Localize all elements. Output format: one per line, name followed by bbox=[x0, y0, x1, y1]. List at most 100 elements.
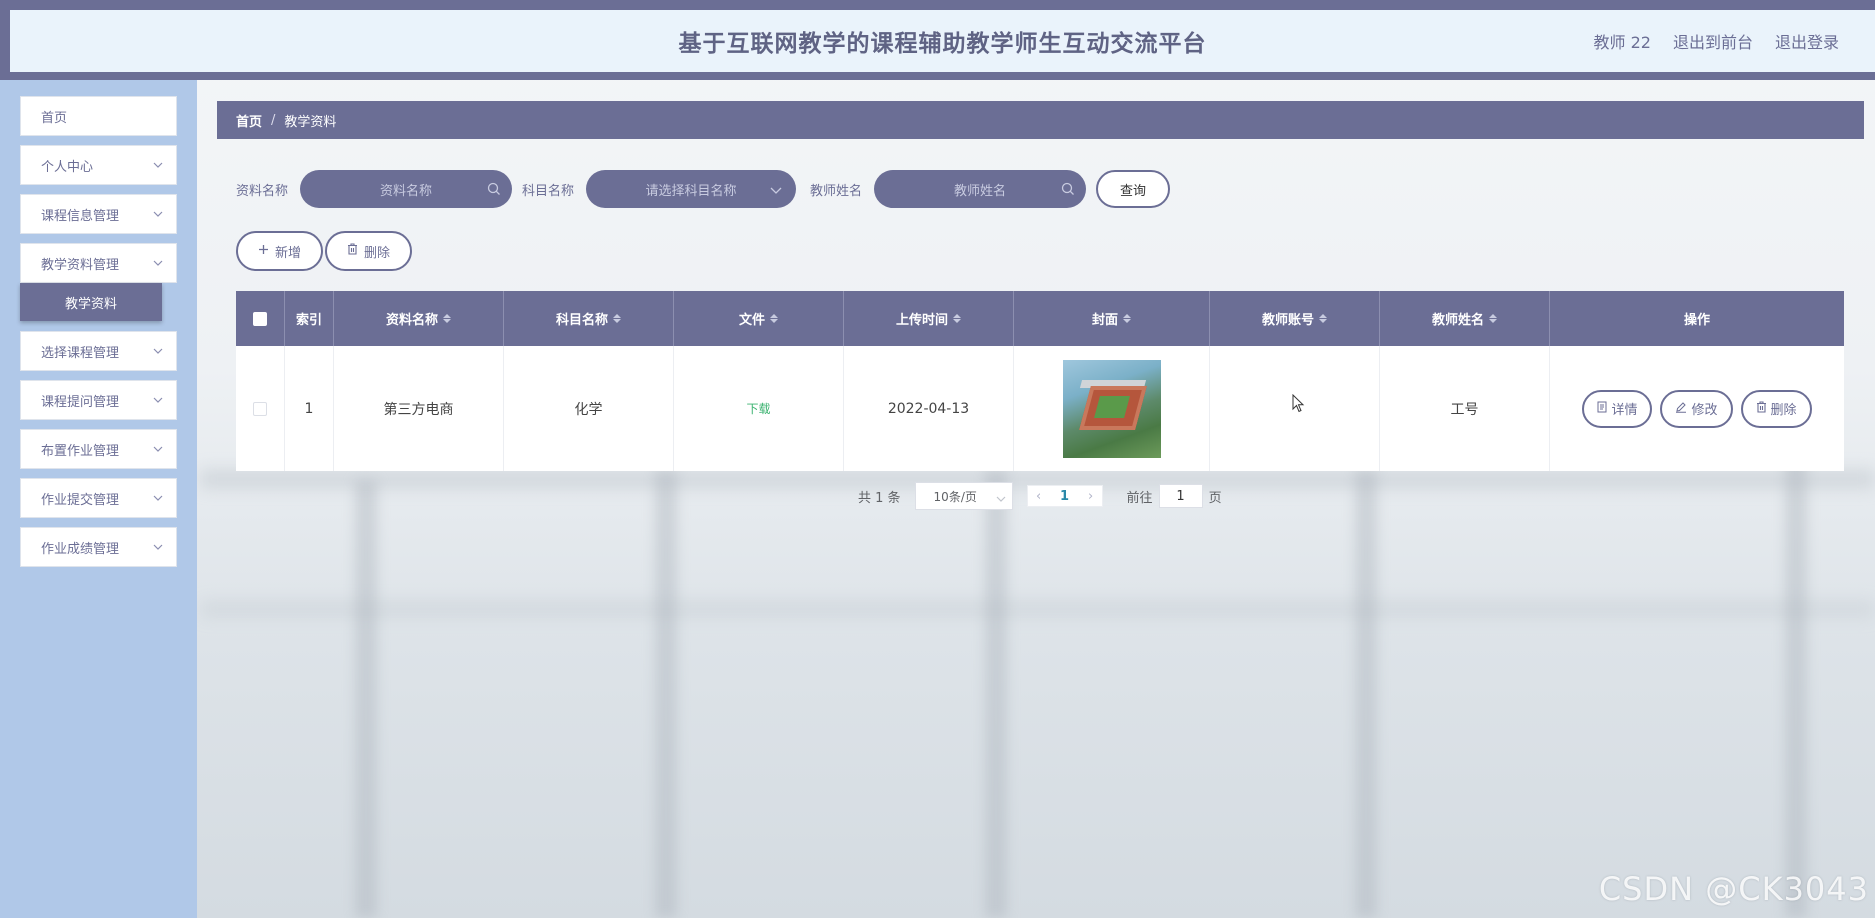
edit-button[interactable]: 修改 bbox=[1660, 389, 1733, 428]
column-header[interactable]: 文件 bbox=[674, 291, 844, 346]
sort-icon[interactable] bbox=[1319, 314, 1327, 323]
sidebar-item-label: 首页 bbox=[41, 110, 68, 126]
breadcrumb-home[interactable]: 首页 bbox=[236, 111, 262, 130]
column-header[interactable]: 上传时间 bbox=[844, 291, 1014, 346]
page-navigator: ‹ 1 › bbox=[1026, 485, 1103, 507]
column-header[interactable]: 封面 bbox=[1014, 291, 1210, 346]
sidebar-item-home[interactable]: 首页 bbox=[20, 96, 177, 136]
material-name-label: 资料名称 bbox=[236, 183, 289, 199]
sidebar-item-homework-submission[interactable]: 作业提交管理 bbox=[20, 478, 177, 518]
sidebar-item-assign-homework[interactable]: 布置作业管理 bbox=[20, 429, 177, 469]
document-icon bbox=[1597, 401, 1607, 417]
breadcrumb-separator: / bbox=[271, 112, 276, 128]
search-bar: 资料名称 资料名称 科目名称 请选择科目名称 教师姓名 教师姓名 查询 bbox=[236, 170, 1171, 208]
material-name-input[interactable]: 资料名称 bbox=[300, 170, 513, 208]
sort-icon[interactable] bbox=[953, 314, 961, 323]
cell-cover bbox=[1014, 346, 1210, 471]
materials-table: 索引 资料名称 科目名称 文件 上传时间 封面 教师账号 教师姓名 操作 1 第… bbox=[236, 291, 1844, 471]
batch-delete-button[interactable]: 删除 bbox=[325, 231, 413, 271]
cell-index: 1 bbox=[285, 346, 334, 471]
page-size-select[interactable]: 10条/页 bbox=[914, 482, 1013, 510]
select-all-checkbox[interactable] bbox=[253, 311, 267, 326]
mouse-cursor-icon bbox=[1292, 393, 1306, 418]
watermark: CSDN @CK3043 bbox=[1598, 870, 1869, 908]
sidebar-subitem-label: 教学资料 bbox=[64, 296, 117, 312]
teacher-name-input[interactable]: 教师姓名 bbox=[874, 170, 1087, 208]
row-select-cell bbox=[236, 346, 285, 471]
add-button[interactable]: 新增 bbox=[236, 231, 324, 271]
chevron-down-icon bbox=[770, 184, 786, 200]
batch-delete-label: 删除 bbox=[364, 245, 391, 261]
teacher-name-label: 教师姓名 bbox=[810, 183, 863, 199]
search-icon bbox=[486, 181, 502, 197]
plus-icon bbox=[258, 244, 269, 259]
sidebar-item-teaching-material[interactable]: 教学资料管理 bbox=[20, 243, 177, 283]
cover-image[interactable] bbox=[1062, 359, 1161, 458]
sidebar-item-label: 课程信息管理 bbox=[41, 208, 120, 224]
logout-link[interactable]: 退出登录 bbox=[1775, 29, 1839, 53]
search-icon bbox=[1060, 181, 1076, 197]
sort-icon[interactable] bbox=[1489, 314, 1497, 323]
teacher-name-placeholder: 教师姓名 bbox=[954, 183, 1007, 199]
chevron-down-icon bbox=[152, 257, 164, 269]
column-header-label: 文件 bbox=[738, 313, 765, 328]
sidebar: 首页 个人中心 课程信息管理 教学资料管理 教学资料 选择课程管理 课程提问管理… bbox=[0, 80, 197, 918]
breadcrumb: 首页 / 教学资料 bbox=[217, 101, 1864, 139]
chevron-down-icon bbox=[152, 394, 164, 406]
sidebar-item-label: 作业成绩管理 bbox=[41, 541, 120, 557]
table-row: 1 第三方电商 化学 下载 2022-04-13 工号 详情 修改 删除 bbox=[236, 346, 1844, 471]
sidebar-item-course-selection[interactable]: 选择课程管理 bbox=[20, 331, 177, 371]
query-button[interactable]: 查询 bbox=[1096, 170, 1171, 208]
trash-icon bbox=[1756, 400, 1767, 417]
chevron-down-icon bbox=[152, 159, 164, 171]
sidebar-item-course-info[interactable]: 课程信息管理 bbox=[20, 194, 177, 234]
sidebar-item-course-questions[interactable]: 课程提问管理 bbox=[20, 380, 177, 420]
detail-button[interactable]: 详情 bbox=[1582, 389, 1653, 428]
page-suffix: 页 bbox=[1208, 490, 1222, 506]
sort-icon[interactable] bbox=[770, 314, 778, 323]
subject-name-label: 科目名称 bbox=[522, 183, 575, 199]
current-page[interactable]: 1 bbox=[1050, 489, 1080, 504]
column-header-label: 上传时间 bbox=[895, 313, 948, 328]
exit-to-front-link[interactable]: 退出到前台 bbox=[1673, 29, 1753, 53]
add-button-label: 新增 bbox=[275, 245, 302, 261]
sort-icon[interactable] bbox=[613, 314, 621, 323]
download-link[interactable]: 下载 bbox=[746, 400, 770, 417]
sidebar-item-label: 课程提问管理 bbox=[41, 394, 120, 410]
sidebar-item-personal-center[interactable]: 个人中心 bbox=[20, 145, 177, 185]
cell-subject: 化学 bbox=[504, 346, 674, 471]
chevron-down-icon bbox=[152, 443, 164, 455]
chevron-down-icon bbox=[152, 345, 164, 357]
cell-upload-time: 2022-04-13 bbox=[844, 346, 1014, 471]
sidebar-item-label: 教学资料管理 bbox=[41, 257, 120, 273]
sidebar-item-label: 作业提交管理 bbox=[41, 492, 120, 508]
row-delete-button[interactable]: 删除 bbox=[1740, 389, 1812, 428]
table-header: 索引 资料名称 科目名称 文件 上传时间 封面 教师账号 教师姓名 操作 bbox=[236, 291, 1844, 346]
sidebar-item-label: 选择课程管理 bbox=[41, 345, 120, 361]
sort-icon[interactable] bbox=[443, 314, 451, 323]
sort-icon[interactable] bbox=[1123, 314, 1131, 323]
top-header: 基于互联网教学的课程辅助教学师生互动交流平台 教师 22 退出到前台 退出登录 bbox=[0, 0, 1875, 80]
column-header[interactable]: 教师账号 bbox=[1210, 291, 1380, 346]
column-header[interactable]: 资料名称 bbox=[334, 291, 504, 346]
column-header[interactable]: 教师姓名 bbox=[1380, 291, 1550, 346]
chevron-down-icon bbox=[152, 492, 164, 504]
current-user: 教师 22 bbox=[1593, 33, 1651, 52]
column-header-label: 封面 bbox=[1091, 313, 1118, 328]
edit-button-label: 修改 bbox=[1691, 403, 1718, 418]
goto-page-input[interactable]: 1 bbox=[1158, 484, 1203, 508]
sidebar-subitem-teaching-material[interactable]: 教学资料 bbox=[20, 283, 162, 321]
column-header-label: 资料名称 bbox=[385, 313, 438, 328]
subject-select-placeholder: 请选择科目名称 bbox=[645, 183, 737, 199]
subject-select[interactable]: 请选择科目名称 bbox=[586, 170, 797, 208]
column-header: 索引 bbox=[285, 291, 334, 346]
sidebar-item-label: 个人中心 bbox=[41, 159, 94, 175]
column-header[interactable]: 科目名称 bbox=[504, 291, 674, 346]
sidebar-item-homework-grades[interactable]: 作业成绩管理 bbox=[20, 527, 177, 567]
column-header: 操作 bbox=[1550, 291, 1844, 346]
next-page-icon[interactable]: › bbox=[1080, 489, 1102, 504]
chevron-down-icon bbox=[152, 541, 164, 553]
row-checkbox[interactable] bbox=[253, 401, 267, 416]
cell-material-name: 第三方电商 bbox=[334, 346, 504, 471]
prev-page-icon[interactable]: ‹ bbox=[1028, 489, 1050, 504]
